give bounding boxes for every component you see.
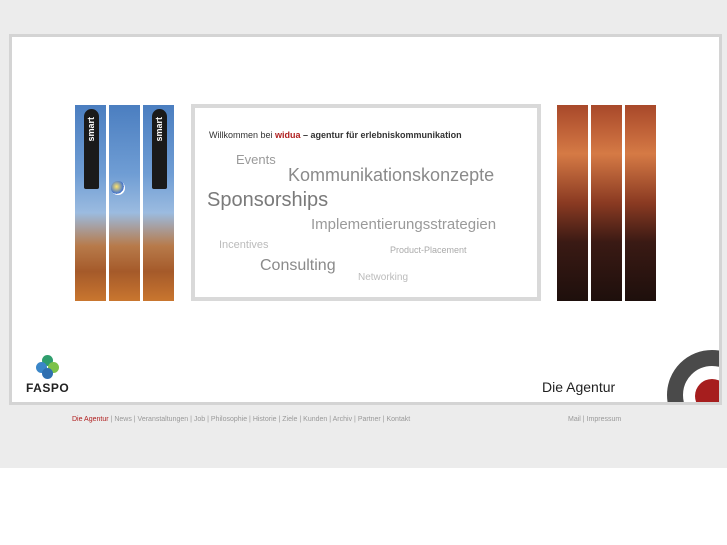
logo-text: FASPO — [26, 381, 70, 395]
nav-link[interactable]: Kunden — [303, 416, 327, 423]
photo-panel — [625, 105, 656, 301]
main-navigation: Die Agentur | News | Veranstaltungen | J… — [72, 416, 410, 423]
word-incentives: Incentives — [219, 239, 269, 251]
util-link[interactable]: Impressum — [587, 416, 622, 423]
brand-name: widua — [275, 130, 301, 140]
welcome-prefix: Willkommen bei — [209, 130, 276, 140]
word-implementierungsstrategien: Implementierungsstrategien — [311, 216, 497, 233]
nav-link[interactable]: Ziele — [282, 416, 297, 423]
nav-link[interactable]: Partner — [358, 416, 381, 423]
smart-flag: smart — [84, 109, 99, 189]
logo-dot — [42, 368, 53, 379]
content-frame: smart smart Willkommen bei widua – agent… — [9, 34, 722, 405]
photo-panel — [591, 105, 622, 301]
nav-link[interactable]: News — [114, 416, 132, 423]
smart-flag: smart — [152, 109, 167, 189]
flag-label: smart — [86, 117, 96, 142]
faspo-logo[interactable]: FASPO — [26, 355, 69, 395]
word-consulting: Consulting — [260, 257, 336, 274]
utility-links: Mail | Impressum — [568, 416, 621, 423]
welcome-text: Willkommen bei widua – agentur für erleb… — [209, 130, 462, 140]
section-title: Die Agentur — [542, 379, 616, 395]
flag-label: smart — [154, 117, 164, 142]
word-events: Events — [236, 152, 276, 167]
volleyball-image — [111, 181, 125, 195]
photo-strip-event — [557, 105, 656, 301]
photo-panel: smart — [75, 105, 106, 301]
word-sponsorships: Sponsorships — [207, 189, 329, 211]
services-word-cloud: Willkommen bei widua – agentur für erleb… — [191, 104, 541, 301]
util-link[interactable]: Mail — [568, 416, 581, 423]
photo-panel — [557, 105, 588, 301]
photo-panel: smart — [143, 105, 174, 301]
word-product-placement: Product-Placement — [390, 245, 467, 255]
nav-link[interactable]: Die Agentur — [72, 416, 109, 423]
nav-link[interactable]: Veranstaltungen — [138, 416, 189, 423]
nav-link[interactable]: Historie — [253, 416, 277, 423]
nav-link[interactable]: Philosophie — [211, 416, 247, 423]
welcome-tagline: – agentur für erlebniskommunikation — [300, 130, 462, 140]
nav-link[interactable]: Archiv — [333, 416, 352, 423]
word-kommunikationskonzepte: Kommunikationskonzepte — [288, 165, 495, 185]
photo-strip-volleyball: smart smart — [75, 105, 174, 301]
logo-icon — [36, 355, 62, 379]
word-networking: Networking — [358, 272, 409, 283]
photo-panel — [109, 105, 140, 301]
nav-link[interactable]: Kontakt — [387, 416, 411, 423]
nav-link[interactable]: Job — [194, 416, 205, 423]
